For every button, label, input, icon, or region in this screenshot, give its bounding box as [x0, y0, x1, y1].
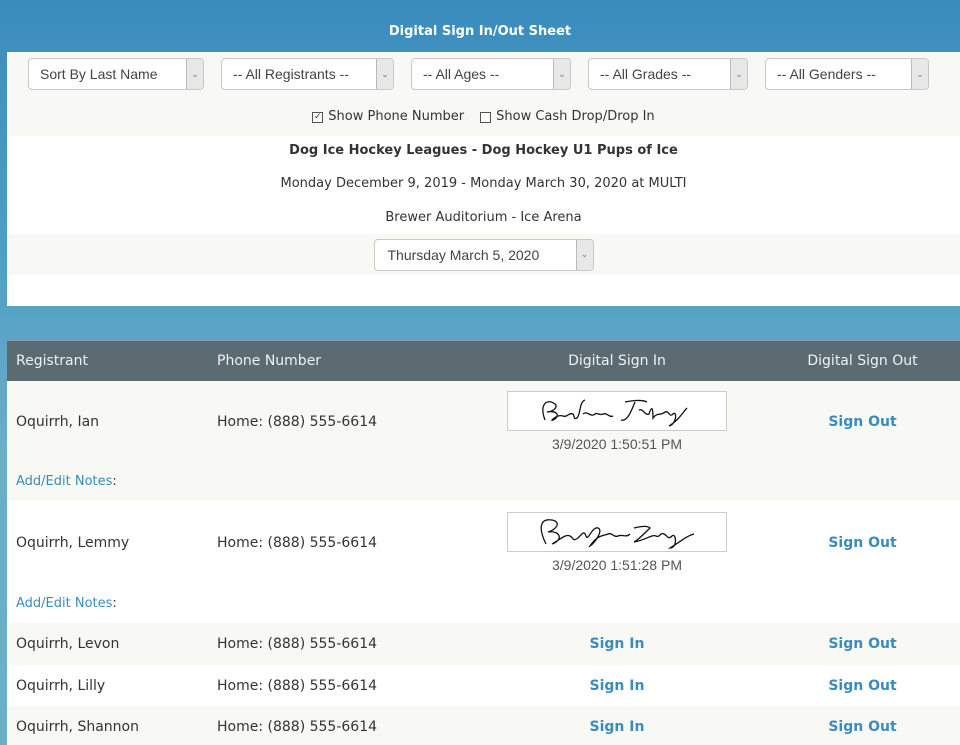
sort-select-value: Sort By Last Name [40, 66, 158, 82]
chevron-down-icon[interactable]: ⌄ [575, 239, 593, 270]
sign-in-link-label[interactable]: Sign In [590, 678, 645, 694]
column-header-registrant: Registrant [16, 353, 88, 369]
sign-in-time: 3/9/2020 1:51:28 PM [552, 557, 682, 573]
notes-row: Add/Edit Notes: [7, 462, 960, 501]
date-select-value: Thursday March 5, 2020 [387, 246, 540, 263]
ages-select-value: -- All Ages -- [423, 66, 500, 82]
signature-image [507, 512, 727, 552]
chevron-down-icon[interactable]: ⌄ [911, 59, 928, 89]
event-info: Dog Ice Hockey Leagues - Dog Hockey U1 P… [7, 136, 960, 234]
sign-out-link[interactable]: Sign Out [765, 636, 960, 652]
sign-out-link-label[interactable]: Sign Out [828, 719, 896, 735]
sign-out-link-label[interactable]: Sign Out [828, 678, 896, 694]
show-cash-checkbox[interactable]: Show Cash Drop/Drop In [480, 109, 655, 124]
column-header-sign-out: Digital Sign Out [807, 353, 918, 369]
event-name: Dog Ice Hockey Leagues - Dog Hockey U1 P… [289, 143, 678, 158]
phone-number: Home: (888) 555-6614 [217, 636, 378, 652]
grades-select[interactable]: -- All Grades -- ⌄ [588, 58, 748, 90]
sign-in-link[interactable]: Sign In [469, 678, 765, 694]
sign-out-link[interactable]: Sign Out [765, 414, 960, 430]
sign-out-link[interactable]: Sign Out [765, 535, 960, 551]
registrant-name: Oquirrh, Shannon [16, 719, 139, 735]
genders-select-value: -- All Genders -- [777, 66, 876, 82]
filter-bar: Sort By Last Name ⌄ -- All Registrants -… [7, 52, 960, 96]
sign-out-link[interactable]: Sign Out [765, 678, 960, 694]
notes-colon: : [112, 596, 117, 611]
add-edit-notes-link[interactable]: Add/Edit Notes [16, 596, 112, 611]
sign-out-link[interactable]: Sign Out [765, 719, 960, 735]
show-phone-checkbox[interactable]: ✓ Show Phone Number [312, 109, 464, 124]
registrant-name: Oquirrh, Levon [16, 636, 120, 652]
signature-image [507, 391, 727, 431]
sign-out-link-label[interactable]: Sign Out [828, 414, 896, 430]
chevron-down-icon[interactable]: ⌄ [730, 59, 747, 89]
sort-select[interactable]: Sort By Last Name ⌄ [28, 58, 204, 90]
sign-in-cell: 3/9/2020 1:51:28 PM [469, 512, 765, 573]
table-row: Oquirrh, Shannon Home: (888) 555-6614 Si… [7, 706, 960, 745]
registrant-name: Oquirrh, Lilly [16, 677, 106, 694]
sign-in-cell: 3/9/2020 1:50:51 PM [469, 391, 765, 452]
sign-in-time: 3/9/2020 1:50:51 PM [552, 436, 682, 452]
genders-select[interactable]: -- All Genders -- ⌄ [765, 58, 929, 90]
phone-number: Home: (888) 555-6614 [217, 534, 378, 551]
registrants-select-value: -- All Registrants -- [233, 66, 349, 82]
sign-out-link-label[interactable]: Sign Out [828, 636, 896, 652]
sign-in-link-label[interactable]: Sign In [590, 636, 645, 652]
table-row: Oquirrh, Levon Home: (888) 555-6614 Sign… [7, 623, 960, 665]
page-title: Digital Sign In/Out Sheet [388, 23, 572, 39]
ages-select[interactable]: -- All Ages -- ⌄ [411, 58, 571, 90]
table-header: Registrant Phone Number Digital Sign In … [7, 340, 960, 381]
sign-in-link[interactable]: Sign In [469, 636, 765, 652]
chevron-down-icon[interactable]: ⌄ [553, 59, 570, 89]
display-options: ✓ Show Phone Number Show Cash Drop/Drop … [7, 96, 960, 136]
phone-number: Home: (888) 555-6614 [217, 677, 378, 694]
add-edit-notes-link[interactable]: Add/Edit Notes [16, 474, 112, 489]
registrant-name: Oquirrh, Lemmy [16, 534, 130, 551]
signin-table: Registrant Phone Number Digital Sign In … [7, 340, 960, 745]
table-row: Oquirrh, Lilly Home: (888) 555-6614 Sign… [7, 665, 960, 706]
table-row: Oquirrh, Lemmy Home: (888) 555-6614 3/9/… [7, 501, 960, 584]
sign-in-link[interactable]: Sign In [469, 719, 765, 735]
notes-colon: : [112, 474, 117, 489]
signature-icon [542, 399, 688, 427]
registrant-name: Oquirrh, Ian [16, 413, 100, 430]
show-phone-label: Show Phone Number [328, 108, 465, 124]
registrants-select[interactable]: -- All Registrants -- ⌄ [221, 58, 394, 90]
event-location: Brewer Auditorium - Ice Arena [385, 210, 582, 225]
page-header: Digital Sign In/Out Sheet [0, 0, 960, 52]
sign-out-link-label[interactable]: Sign Out [828, 535, 896, 551]
show-cash-label: Show Cash Drop/Drop In [496, 108, 655, 124]
checkbox-checked-icon[interactable]: ✓ [312, 112, 324, 123]
chevron-down-icon[interactable]: ⌄ [376, 59, 393, 89]
notes-row: Add/Edit Notes: [7, 584, 960, 623]
filter-panel: Sort By Last Name ⌄ -- All Registrants -… [7, 52, 960, 306]
phone-number: Home: (888) 555-6614 [217, 413, 378, 430]
signature-icon [540, 519, 695, 549]
column-header-sign-in: Digital Sign In [568, 353, 666, 369]
chevron-down-icon[interactable]: ⌄ [186, 59, 203, 89]
date-select-row: Thursday March 5, 2020 ⌄ [7, 234, 960, 275]
event-dates: Monday December 9, 2019 - Monday March 3… [280, 176, 687, 191]
phone-number: Home: (888) 555-6614 [217, 719, 378, 735]
sign-in-link-label[interactable]: Sign In [590, 719, 645, 735]
checkbox-unchecked-icon[interactable] [480, 112, 492, 123]
column-header-phone: Phone Number [217, 353, 322, 369]
table-row: Oquirrh, Ian Home: (888) 555-6614 3/9/20… [7, 381, 960, 462]
date-select[interactable]: Thursday March 5, 2020 ⌄ [373, 238, 594, 271]
grades-select-value: -- All Grades -- [600, 66, 692, 82]
